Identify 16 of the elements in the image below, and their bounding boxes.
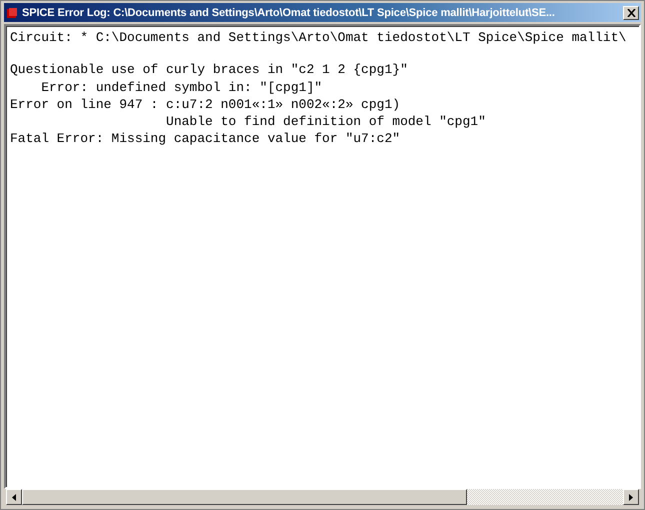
log-line: Circuit: * C:\Documents and Settings\Arto\Omat tiedostot\LT Spice\Spice mallit\ (10, 29, 628, 46)
app-icon (6, 6, 18, 18)
log-line: Unable to find definition of model "cpg1" (165, 113, 487, 130)
window-title: SPICE Error Log: C:\Documents and Settings\Arto\Omat tiedostot\LT Spice\Spice mallit\Harjoittelut\SE... (22, 6, 556, 18)
scroll-left-button[interactable] (6, 489, 22, 505)
close-icon (626, 8, 636, 16)
horizontal-scrollbar[interactable] (6, 489, 639, 505)
left-arrow-icon (12, 494, 16, 500)
close-button[interactable] (623, 6, 639, 20)
scroll-thumb[interactable] (22, 489, 467, 505)
log-line: Error: undefined symbol in: "[cpg1]" (40, 78, 324, 96)
log-line: Questionable use of curly braces in "c2 1 2 {cpg1}" (10, 61, 409, 79)
right-arrow-icon (629, 494, 633, 500)
log-line: Fatal Error: Missing capacitance value for "u7:c2" (10, 130, 402, 148)
scroll-right-button[interactable] (623, 489, 639, 505)
log-line: Error on line 947 : c:u7:2 n001«:1» n002«:2» cpg1) (10, 96, 402, 114)
